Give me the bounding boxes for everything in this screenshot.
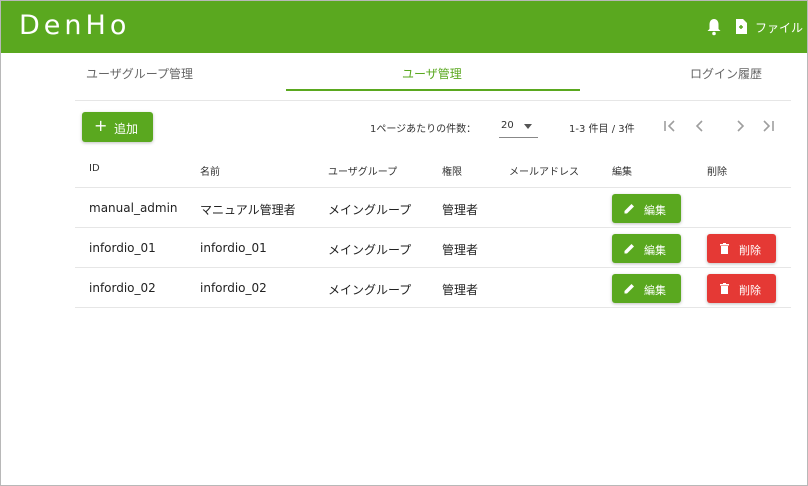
trash-icon [719,243,730,254]
active-tab-indicator [286,89,580,91]
top-app-bar: DenHo ファイル [1,1,807,53]
column-header-delete: 削除 [707,167,727,178]
tab-user-management[interactable]: ユーザ管理 [402,65,462,82]
column-header-name: 名前 [200,167,220,178]
cell-id: manual_admin [89,201,178,215]
cell-id: infordio_01 [89,241,156,255]
edit-button-label: 編集 [644,244,666,257]
edit-button-label: 編集 [644,284,666,297]
table-row: manual_admin マニュアル管理者 メイングループ 管理者 編集 [75,188,791,228]
cell-user-group: メイングループ [328,283,412,297]
delete-button[interactable]: 削除 [707,234,776,263]
cell-id: infordio_02 [89,281,156,295]
next-page-icon[interactable] [733,118,747,134]
tab-bar: ユーザグループ管理 ユーザ管理 ログイン履歴 [75,53,791,101]
column-header-edit: 編集 [612,167,632,178]
app-logo[interactable]: DenHo [19,10,130,41]
table-row: infordio_01 infordio_01 メイングループ 管理者 編集 削… [75,228,791,268]
tab-user-group-management[interactable]: ユーザグループ管理 [86,65,193,82]
pencil-icon [624,203,635,214]
rows-per-page-label: 1ページあたりの件数： [370,124,477,135]
add-button-label: 追加 [114,122,139,136]
cell-user-group: メイングループ [328,243,412,257]
column-header-user-group: ユーザグループ [328,167,398,178]
first-page-icon[interactable] [663,118,677,134]
table-header: ID 名前 ユーザグループ 権限 メールアドレス 編集 削除 [75,151,791,188]
cell-name: マニュアル管理者 [200,203,296,217]
table-row: infordio_02 infordio_02 メイングループ 管理者 編集 削… [75,268,791,308]
pencil-icon [624,283,635,294]
pencil-icon [624,243,635,254]
rows-per-page-select[interactable]: 20 [499,114,538,138]
edit-button[interactable]: 編集 [612,274,681,303]
bell-icon[interactable] [706,18,722,36]
plus-icon: + [94,116,108,135]
file-icon[interactable] [735,19,747,34]
edit-button[interactable]: 編集 [612,234,681,263]
app-window: DenHo ファイル ユーザグループ管理 ユーザ管理 ログイン履歴 + 追加 1… [0,0,808,486]
previous-page-icon[interactable] [693,118,707,134]
edit-button-label: 編集 [644,204,666,217]
cell-name: infordio_01 [200,241,267,255]
chevron-down-icon [524,124,532,129]
cell-role: 管理者 [442,283,479,297]
delete-button-label: 削除 [739,244,761,257]
cell-role: 管理者 [442,203,479,217]
column-header-role: 権限 [442,167,462,178]
cell-name: infordio_02 [200,281,267,295]
cell-role: 管理者 [442,243,479,257]
column-header-email: メールアドレス [509,167,579,178]
add-user-button[interactable]: + 追加 [82,112,153,142]
cell-user-group: メイングループ [328,203,412,217]
column-header-id: ID [89,163,100,174]
file-menu-label[interactable]: ファイル [755,19,803,36]
delete-button[interactable]: 削除 [707,274,776,303]
pagination-range: 1-3 件目 / 3件 [569,124,635,135]
rows-per-page-value: 20 [501,120,514,131]
delete-button-label: 削除 [739,284,761,297]
trash-icon [719,283,730,294]
edit-button[interactable]: 編集 [612,194,681,223]
last-page-icon[interactable] [761,118,775,134]
tab-login-history[interactable]: ログイン履歴 [690,65,762,82]
